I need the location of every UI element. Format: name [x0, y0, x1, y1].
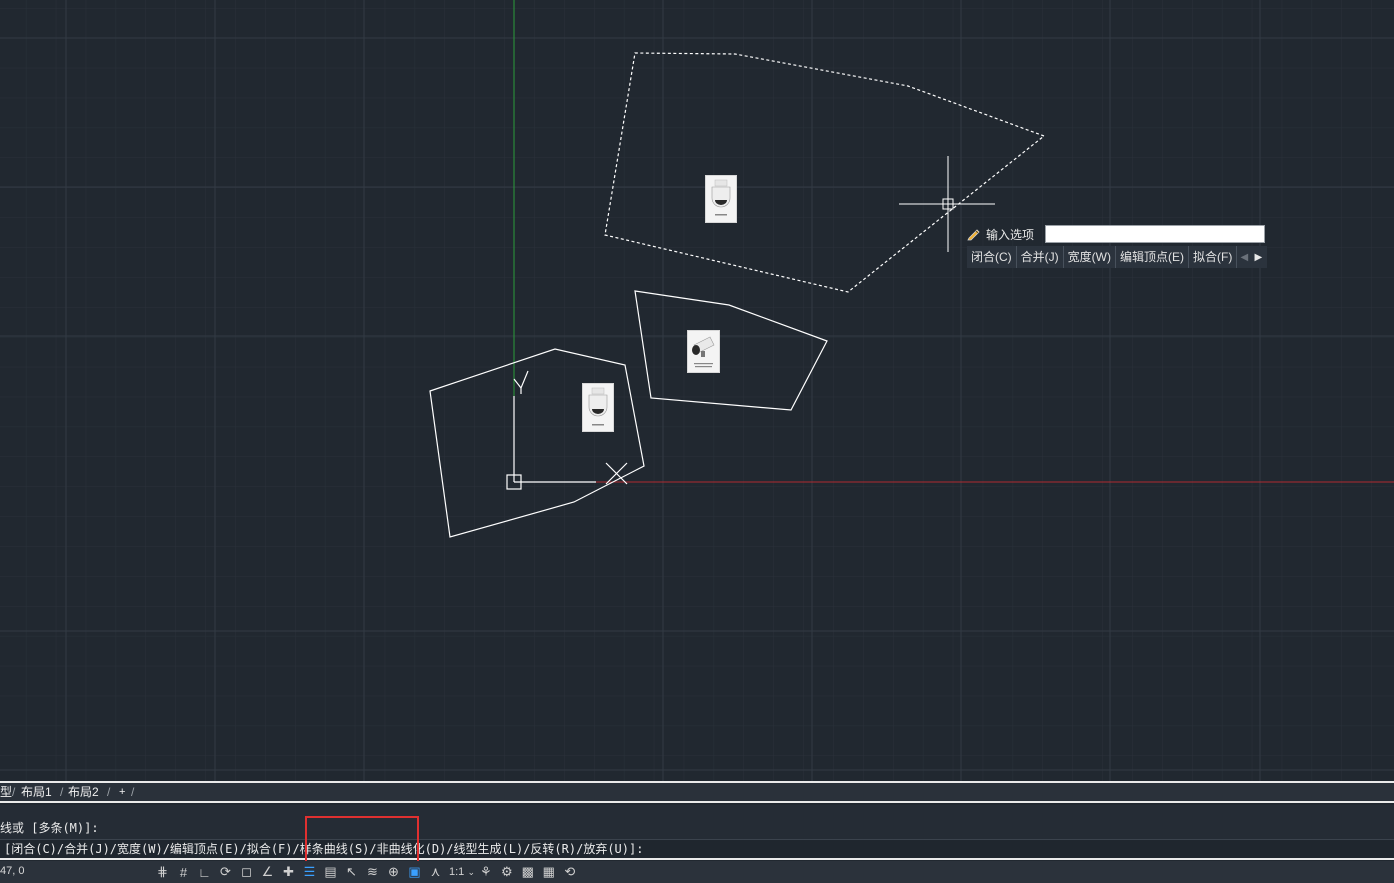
dome-camera-image-top[interactable]: [705, 175, 737, 223]
ortho-icon[interactable]: ∟: [194, 863, 215, 881]
option-width[interactable]: 宽度(W): [1064, 246, 1116, 268]
selection-cycling-icon[interactable]: ↖: [341, 863, 362, 881]
dynamic-input-field[interactable]: [1045, 225, 1265, 243]
grid-display-icon[interactable]: ⋕: [152, 863, 173, 881]
add-layout-button[interactable]: +: [119, 784, 125, 800]
annotation-monitor-icon[interactable]: ▣: [404, 863, 425, 881]
command-prompt-text: [闭合(C)/合并(J)/宽度(W)/编辑顶点(E)/拟合(F)/样条曲线(S)…: [4, 842, 644, 856]
status-bar: 47, 0 ⋕ # ∟ ⟳ ◻ ∠ ✚ ☰ ▤ ↖ ≋ ⊕ ▣ ⋏ 1:1 ⌄ …: [0, 861, 1394, 883]
chevron-left-icon[interactable]: ◀: [1237, 252, 1251, 263]
command-prompt-line[interactable]: [闭合(C)/合并(J)/宽度(W)/编辑顶点(E)/拟合(F)/样条曲线(S)…: [0, 839, 1394, 860]
dome-camera-image-bottom[interactable]: [582, 383, 614, 432]
command-history-line: 线或 [多条(M)]:: [0, 821, 99, 835]
chevron-right-icon[interactable]: ▶: [1251, 252, 1265, 263]
tab-model[interactable]: 型: [0, 784, 12, 800]
option-close[interactable]: 闭合(C): [967, 246, 1017, 268]
bullet-camera-image[interactable]: [687, 330, 720, 373]
dynamic-input-prompt: 输入选项: [966, 224, 1034, 244]
properties-panel-icon[interactable]: ▦: [538, 863, 559, 881]
transparency-icon[interactable]: ▤: [320, 863, 341, 881]
annotation-scale-add-icon[interactable]: ⚘: [475, 863, 496, 881]
status-tools: ⋕ # ∟ ⟳ ◻ ∠ ✚ ☰ ▤ ↖ ≋ ⊕ ▣ ⋏ 1:1 ⌄ ⚘ ⚙ ▩ …: [152, 863, 580, 881]
drawing-canvas[interactable]: Y Y: [0, 0, 1394, 781]
option-join[interactable]: 合并(J): [1017, 246, 1064, 268]
pencil-icon: [967, 229, 980, 241]
dynamic-input-icon[interactable]: ✚: [278, 863, 299, 881]
zoom-icon[interactable]: ⊕: [383, 863, 404, 881]
dome-camera-icon: [711, 179, 731, 216]
snap-grid-icon[interactable]: #: [173, 863, 194, 881]
dome-camera-icon: [588, 387, 608, 426]
autoscale-icon[interactable]: ⚙: [496, 863, 517, 881]
tab-layout1[interactable]: 布局1: [21, 784, 52, 800]
bullet-camera-icon: [692, 336, 715, 368]
isolate-objects-icon[interactable]: ▩: [517, 863, 538, 881]
object-snap-icon[interactable]: ◻: [236, 863, 257, 881]
annotation-scale[interactable]: 1:1: [446, 866, 467, 878]
chevron-down-icon[interactable]: ⌄: [467, 863, 476, 881]
minor-grid: [0, 0, 1394, 781]
dynamic-ucs-icon[interactable]: ∠: [257, 863, 278, 881]
option-edit-vertex[interactable]: 编辑顶点(E): [1116, 246, 1189, 268]
option-fit[interactable]: 拟合(F): [1189, 246, 1238, 268]
drawing-svg: Y: [0, 0, 1394, 781]
coordinate-readout: 47, 0: [0, 865, 25, 877]
layout-tab-strip: 型 / 布局1 / 布局2 / + /: [0, 781, 1394, 803]
annotation-visibility-icon[interactable]: ⋏: [425, 863, 446, 881]
dynamic-options-bar: 闭合(C) 合并(J) 宽度(W) 编辑顶点(E) 拟合(F) ◀ ▶: [967, 246, 1267, 268]
lineweight-icon[interactable]: ☰: [299, 863, 320, 881]
dynamic-input-label: 输入选项: [986, 227, 1035, 242]
workspace-icon[interactable]: ⟲: [559, 863, 580, 881]
tab-layout2[interactable]: 布局2: [68, 784, 99, 800]
polar-tracking-icon[interactable]: ⟳: [215, 863, 236, 881]
layers-icon[interactable]: ≋: [362, 863, 383, 881]
command-window: 线或 [多条(M)]: [闭合(C)/合并(J)/宽度(W)/编辑顶点(E)/拟…: [0, 805, 1394, 860]
